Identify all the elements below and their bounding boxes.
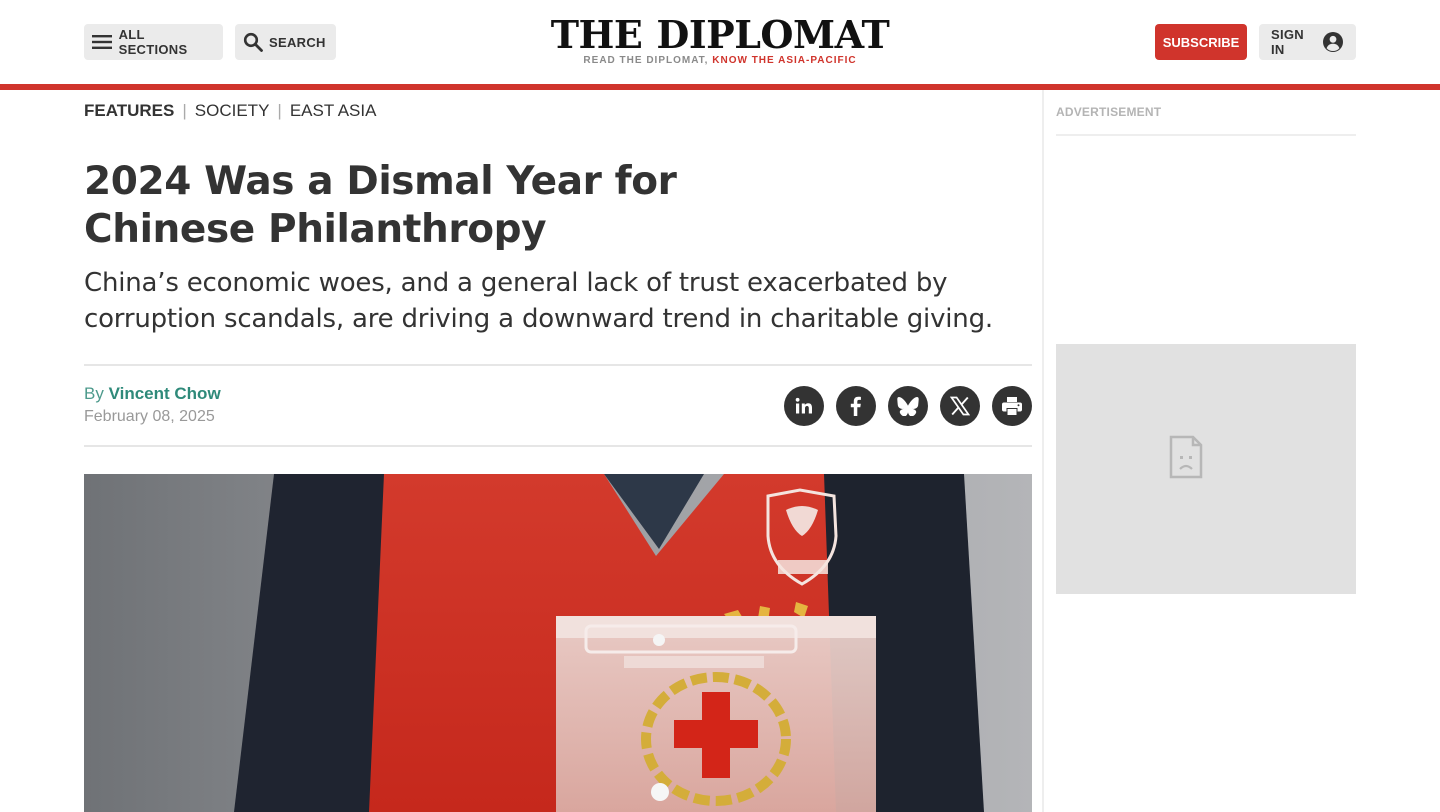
byline-prefix: By <box>84 384 104 403</box>
publish-date: February 08, 2025 <box>84 408 215 425</box>
advertisement-slot[interactable] <box>1056 344 1356 594</box>
breadcrumb-east-asia[interactable]: EAST ASIA <box>290 101 377 121</box>
search-label: SEARCH <box>269 34 326 50</box>
subscribe-button[interactable]: SUBSCRIBE <box>1155 24 1247 60</box>
share-facebook-button[interactable] <box>836 386 876 426</box>
article-title: 2024 Was a Dismal Year for Chinese Phila… <box>84 159 677 252</box>
article-deck: China’s economic woes, and a general lac… <box>84 268 993 334</box>
byline-divider-top <box>84 364 1032 366</box>
advertisement-divider <box>1056 134 1356 136</box>
site-logo[interactable]: THE DIPLOMAT READ THE DIPLOMAT, KNOW THE … <box>550 12 890 67</box>
search-button[interactable]: SEARCH <box>235 24 336 60</box>
print-button[interactable] <box>992 386 1032 426</box>
share-x-button[interactable] <box>940 386 980 426</box>
byline: By Vincent Chow <box>84 384 221 404</box>
header-accent-bar <box>0 84 1440 90</box>
bluesky-icon <box>897 396 919 416</box>
all-sections-label: ALL SECTIONS <box>118 27 188 57</box>
print-icon <box>1001 396 1023 416</box>
logo-tagline: READ THE DIPLOMAT, KNOW THE ASIA-PACIFIC <box>583 55 857 66</box>
sign-in-button[interactable]: SIGN IN <box>1259 24 1356 60</box>
breadcrumb-society[interactable]: SOCIETY <box>195 101 270 121</box>
all-sections-button[interactable]: ALL SECTIONS <box>84 24 223 60</box>
share-linkedin-button[interactable] <box>784 386 824 426</box>
hero-image <box>84 474 1032 812</box>
breadcrumb: FEATURES | SOCIETY | EAST ASIA <box>84 101 376 121</box>
hamburger-menu-icon <box>92 31 113 53</box>
byline-divider-bottom <box>84 445 1032 447</box>
sign-in-label: SIGN IN <box>1271 27 1304 57</box>
x-icon <box>950 396 970 416</box>
broken-image-icon <box>1169 435 1203 479</box>
linkedin-icon <box>794 396 814 416</box>
logo-wordmark: THE DIPLOMAT <box>550 12 890 57</box>
author-link[interactable]: Vincent Chow <box>109 384 221 403</box>
breadcrumb-features[interactable]: FEATURES <box>84 101 174 121</box>
breadcrumb-separator: | <box>182 101 187 120</box>
user-account-icon <box>1322 31 1344 53</box>
column-divider <box>1042 90 1044 812</box>
advertisement-label: ADVERTISEMENT <box>1056 105 1162 119</box>
facebook-icon <box>846 395 866 417</box>
share-bluesky-button[interactable] <box>888 386 928 426</box>
breadcrumb-separator: | <box>277 101 282 120</box>
hero-photo <box>84 474 1032 812</box>
search-icon <box>243 31 263 53</box>
site-header: ALL SECTIONS SEARCH THE DIPLOMAT READ THE… <box>0 0 1440 84</box>
